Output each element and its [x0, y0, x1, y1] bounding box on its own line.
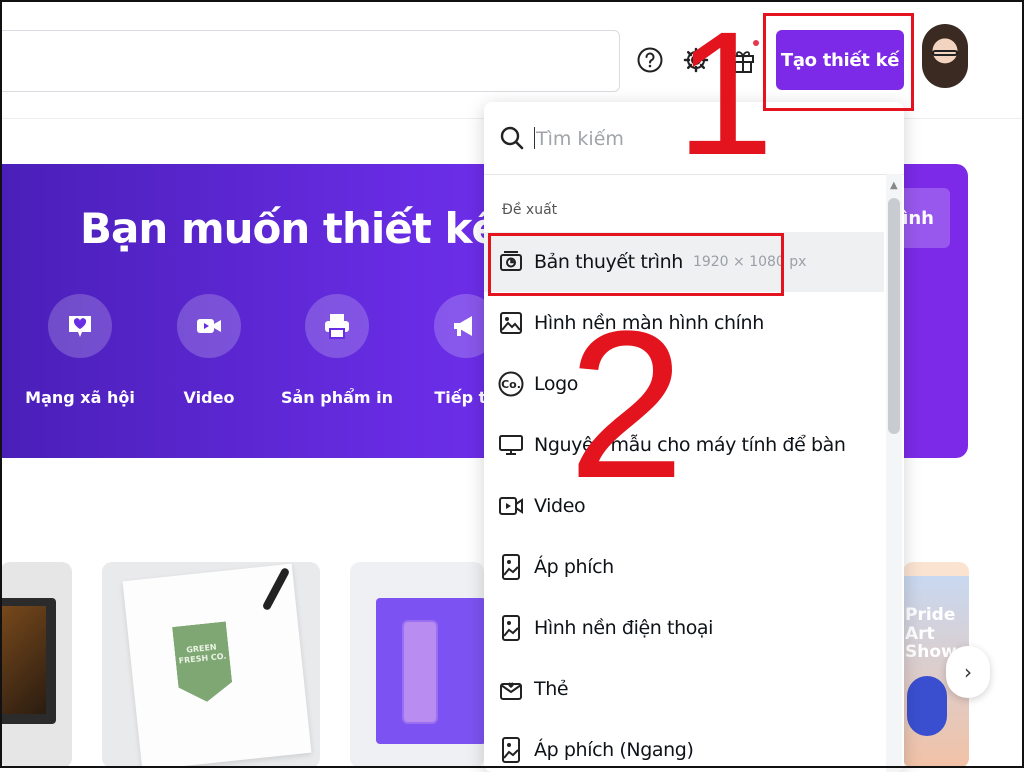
- create-design-dropdown: Đề xuất Bản thuyết trình 1920 × 1080 px …: [484, 102, 904, 772]
- menu-item-phone-wallpaper[interactable]: Hình nền điện thoại: [484, 598, 884, 658]
- scroll-up-icon[interactable]: ▲: [890, 180, 898, 191]
- poster-icon: [496, 552, 526, 582]
- template-card[interactable]: [350, 562, 484, 768]
- annotation-box-create-button: [763, 13, 914, 111]
- logo-icon: Co.: [496, 369, 526, 399]
- poster-landscape-icon: [496, 735, 526, 765]
- menu-item-card[interactable]: Thẻ: [484, 659, 884, 719]
- image-icon: [496, 308, 526, 338]
- card-icon: [496, 674, 526, 704]
- video-icon: [496, 491, 526, 521]
- hero-category-label: Sản phẩm in: [280, 388, 394, 407]
- hero-category-label: Mạng xã hội: [25, 388, 135, 407]
- main-search-box[interactable]: [0, 30, 620, 92]
- desktop-icon: [496, 430, 526, 460]
- hero-category-social[interactable]: Mạng xã hội: [20, 294, 140, 407]
- avatar[interactable]: [922, 24, 968, 88]
- template-card[interactable]: [0, 562, 72, 768]
- printer-icon: [305, 294, 369, 358]
- section-label: Đề xuất: [502, 202, 558, 218]
- menu-item-poster-landscape[interactable]: Áp phích (Ngang): [484, 720, 884, 772]
- avatar-glasses: [932, 50, 958, 56]
- annotation-step-number: 1: [676, 0, 774, 192]
- hero-category-video[interactable]: Video: [149, 294, 269, 407]
- menu-item-label: Hình nền điện thoại: [534, 617, 714, 639]
- annotation-step-number: 2: [568, 287, 685, 522]
- menu-item-label: Thẻ: [534, 678, 569, 700]
- laptop-thumbnail: [0, 598, 56, 724]
- heart-chat-icon: [48, 294, 112, 358]
- menu-item-label: Áp phích: [534, 556, 614, 578]
- menu-item-poster[interactable]: Áp phích: [484, 537, 884, 597]
- dropdown-scrollbar-thumb[interactable]: [888, 198, 900, 434]
- video-camera-icon: [177, 294, 241, 358]
- hero-category-label: Video: [183, 388, 235, 407]
- svg-text:Co.: Co.: [501, 378, 521, 391]
- template-card[interactable]: GREEN FRESH CO.: [102, 562, 320, 768]
- phone-mockup-thumbnail: [376, 598, 484, 744]
- search-icon: [498, 124, 526, 152]
- menu-item-label: Áp phích (Ngang): [534, 739, 694, 761]
- hero-category-print[interactable]: Sản phẩm in: [277, 294, 397, 407]
- chevron-right-icon[interactable]: ›: [946, 646, 990, 698]
- help-icon[interactable]: [634, 40, 666, 80]
- phone-wallpaper-icon: [496, 613, 526, 643]
